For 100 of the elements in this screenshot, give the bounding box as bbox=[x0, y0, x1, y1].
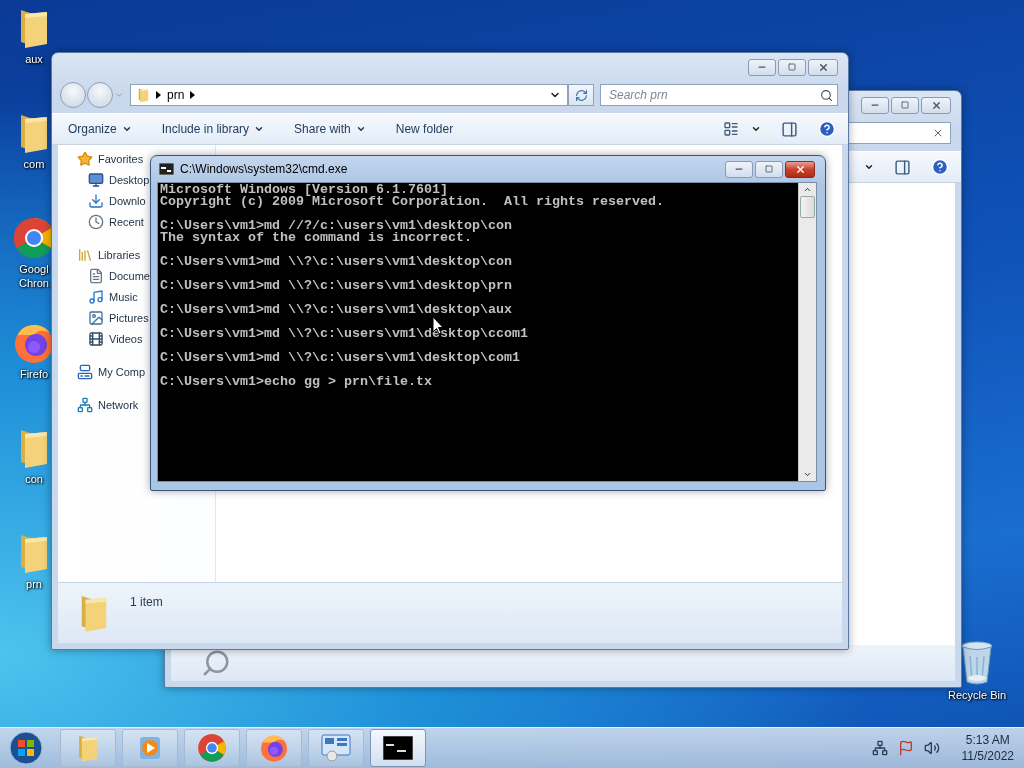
close-button[interactable] bbox=[785, 160, 815, 178]
sidebar-item[interactable]: Recent bbox=[88, 211, 144, 232]
scrollbar[interactable] bbox=[798, 183, 816, 481]
breadcrumb[interactable]: prn bbox=[167, 88, 185, 102]
console-line: The syntax of the command is incorrect. bbox=[160, 232, 472, 244]
media-player-icon bbox=[137, 735, 163, 761]
help-icon[interactable] bbox=[931, 158, 949, 176]
start-button[interactable] bbox=[6, 729, 46, 767]
sidebar-item[interactable]: Pictures bbox=[88, 307, 149, 328]
toolbar-button[interactable]: Share with bbox=[294, 122, 366, 136]
caret-icon bbox=[355, 124, 366, 134]
scroll-up-icon[interactable] bbox=[803, 185, 812, 194]
toolbar-button[interactable]: Organize bbox=[68, 122, 132, 136]
monitor-icon bbox=[88, 171, 104, 188]
maximize-icon bbox=[901, 101, 909, 109]
library-icon bbox=[77, 246, 93, 263]
firefox-icon bbox=[259, 733, 289, 763]
view-list-icon[interactable] bbox=[723, 121, 739, 137]
maximize-button[interactable] bbox=[891, 96, 919, 114]
arrow-icon bbox=[190, 91, 196, 99]
refresh-button[interactable] bbox=[568, 84, 594, 106]
search-field[interactable] bbox=[847, 122, 951, 144]
minimize-button[interactable] bbox=[861, 96, 889, 114]
desktop-icon-label[interactable]: Googl Chron bbox=[19, 262, 49, 290]
close-icon bbox=[817, 61, 829, 73]
sidebar-item[interactable]: Favorites bbox=[77, 148, 144, 169]
document-icon bbox=[88, 267, 104, 284]
minimize-button[interactable] bbox=[748, 58, 776, 76]
network-icon[interactable] bbox=[871, 740, 888, 756]
back-button[interactable] bbox=[60, 82, 86, 108]
minimize-button[interactable] bbox=[725, 160, 753, 178]
close-button[interactable] bbox=[808, 58, 838, 76]
item-count: 1 item bbox=[130, 595, 163, 609]
sidebar-item[interactable]: My Comp bbox=[77, 361, 146, 382]
maximize-icon bbox=[765, 165, 773, 173]
music-note-icon bbox=[88, 288, 104, 305]
windows-logo-icon bbox=[9, 731, 43, 765]
control-panel-icon bbox=[320, 733, 352, 763]
desktop-icon-label[interactable]: com bbox=[23, 157, 45, 171]
scroll-down-icon[interactable] bbox=[803, 470, 812, 479]
console-line: C:\Users\vm1>md //?/c:\users\vm1\desktop\con bbox=[160, 220, 512, 232]
window-title: C:\Windows\system32\cmd.exe bbox=[180, 162, 349, 176]
desktop-icon-label[interactable]: Firefo bbox=[19, 367, 49, 381]
console-icon bbox=[159, 163, 174, 175]
preview-pane-icon[interactable] bbox=[781, 120, 798, 138]
picture-icon bbox=[88, 309, 104, 326]
sidebar-item[interactable]: Videos bbox=[88, 328, 143, 349]
close-button[interactable] bbox=[921, 96, 951, 114]
network-icon bbox=[77, 396, 93, 413]
toolbar-button[interactable]: New folder bbox=[395, 122, 454, 136]
console-line: Copyright (c) 2009 Microsoft Corporation. All rights reserved. bbox=[160, 196, 664, 208]
computer-icon bbox=[77, 363, 93, 380]
flag-icon[interactable] bbox=[897, 740, 914, 756]
clock-icon bbox=[88, 213, 104, 230]
desktop-icon-label[interactable]: aux bbox=[25, 52, 43, 66]
caret-icon bbox=[254, 124, 265, 134]
sidebar-item[interactable]: Libraries bbox=[77, 244, 141, 265]
film-icon bbox=[88, 330, 104, 347]
caret-icon bbox=[121, 124, 132, 134]
console-line: C:\Users\vm1>md \\?\c:\users\vm1\desktop\ccom1 bbox=[160, 328, 528, 340]
sidebar-item[interactable]: Music bbox=[88, 286, 138, 307]
download-icon bbox=[88, 192, 104, 209]
star-icon bbox=[77, 150, 93, 167]
search-icon bbox=[820, 88, 833, 102]
sidebar-item[interactable]: Desktop bbox=[88, 169, 150, 190]
scroll-thumb[interactable] bbox=[800, 196, 815, 218]
clock[interactable]: 5:13 AM 11/5/2022 bbox=[961, 732, 1014, 764]
magnifier-icon bbox=[201, 648, 231, 678]
time: 5:13 AM bbox=[965, 732, 1010, 748]
help-icon[interactable] bbox=[818, 120, 836, 138]
maximize-button[interactable] bbox=[778, 58, 806, 76]
chrome-icon bbox=[197, 733, 227, 763]
toolbar-button[interactable]: Include in library bbox=[161, 122, 265, 136]
console-line: Microsoft Windows [Version 6.1.7601] bbox=[160, 184, 448, 196]
close-icon bbox=[794, 163, 806, 175]
console-line: C:\Users\vm1>md \\?\c:\users\vm1\desktop\con bbox=[160, 256, 512, 268]
console-line: C:\Users\vm1>md \\?\c:\users\vm1\desktop\aux bbox=[160, 304, 512, 316]
sidebar-item[interactable]: Network bbox=[77, 394, 139, 415]
maximize-icon bbox=[788, 63, 796, 71]
clear-icon[interactable] bbox=[932, 127, 944, 139]
console-icon bbox=[383, 736, 413, 760]
sidebar-item[interactable]: Downlo bbox=[88, 190, 146, 211]
caret-icon[interactable] bbox=[864, 162, 874, 172]
desktop-icon-label[interactable]: Recycle Bin bbox=[947, 688, 1007, 702]
caret-icon[interactable] bbox=[751, 124, 761, 134]
sidebar-item[interactable]: Docume bbox=[88, 265, 150, 286]
speaker-icon[interactable] bbox=[923, 740, 940, 756]
address-bar[interactable]: prn bbox=[130, 84, 568, 106]
console-line: C:\Users\vm1>md \\?\c:\users\vm1\desktop\prn bbox=[160, 280, 512, 292]
search-box[interactable]: Search prn bbox=[600, 84, 838, 106]
taskbar-button[interactable] bbox=[370, 729, 426, 767]
date: 11/5/2022 bbox=[961, 748, 1014, 764]
refresh-icon bbox=[574, 88, 588, 102]
search-field[interactable]: Search prn bbox=[607, 87, 820, 103]
console-line: C:\Users\vm1>echo gg > prn\file.tx bbox=[160, 376, 432, 388]
arrow-icon bbox=[156, 91, 161, 99]
preview-pane-icon[interactable] bbox=[894, 158, 911, 176]
folder-icon bbox=[137, 87, 150, 103]
forward-button[interactable] bbox=[87, 82, 113, 108]
recycle-bin-icon bbox=[960, 640, 994, 686]
